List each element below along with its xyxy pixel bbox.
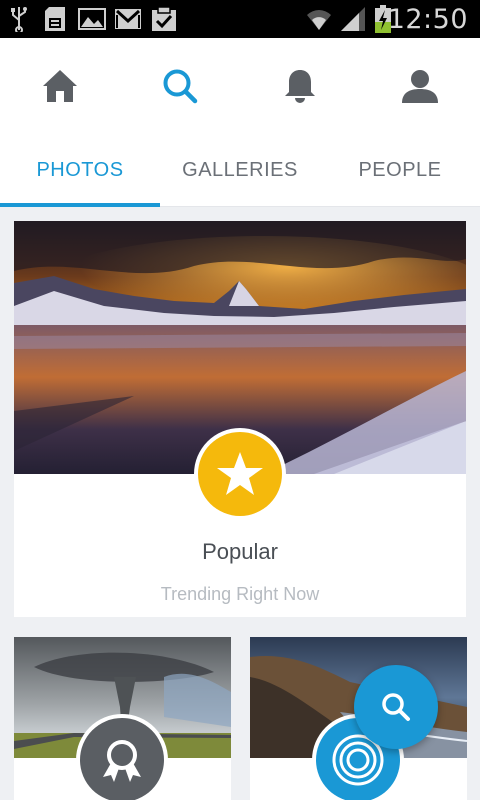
tab-photos[interactable]: PHOTOS (0, 133, 160, 207)
award-ribbon-icon (80, 718, 164, 800)
sd-card-icon (42, 6, 68, 32)
search-icon[interactable] (160, 66, 200, 106)
star-icon (198, 432, 282, 516)
clipboard-check-icon (149, 6, 179, 32)
popular-card[interactable]: Popular Trending Right Now (14, 221, 466, 617)
top-nav (0, 38, 480, 133)
signal-icon (338, 6, 368, 32)
home-icon[interactable] (40, 66, 80, 106)
image-icon (77, 6, 107, 32)
status-time: 12:50 (387, 4, 468, 35)
tab-people[interactable]: PEOPLE (320, 133, 480, 207)
bell-icon[interactable] (280, 66, 320, 106)
tab-bar: PHOTOS GALLERIES PEOPLE (0, 133, 480, 207)
active-tab-indicator (0, 203, 160, 207)
status-bar: 12:50 (0, 0, 480, 38)
search-fab[interactable] (354, 665, 438, 749)
category-badge (76, 714, 168, 800)
search-icon (382, 693, 410, 721)
wifi-icon (304, 6, 334, 32)
popular-badge (194, 428, 286, 520)
profile-icon[interactable] (400, 66, 440, 106)
category-card[interactable] (14, 637, 231, 800)
popular-subtitle: Trending Right Now (160, 584, 320, 604)
gmail-icon (113, 6, 143, 32)
popular-title: Popular (202, 539, 278, 564)
tab-galleries[interactable]: GALLERIES (160, 133, 320, 207)
usb-icon (8, 6, 30, 32)
